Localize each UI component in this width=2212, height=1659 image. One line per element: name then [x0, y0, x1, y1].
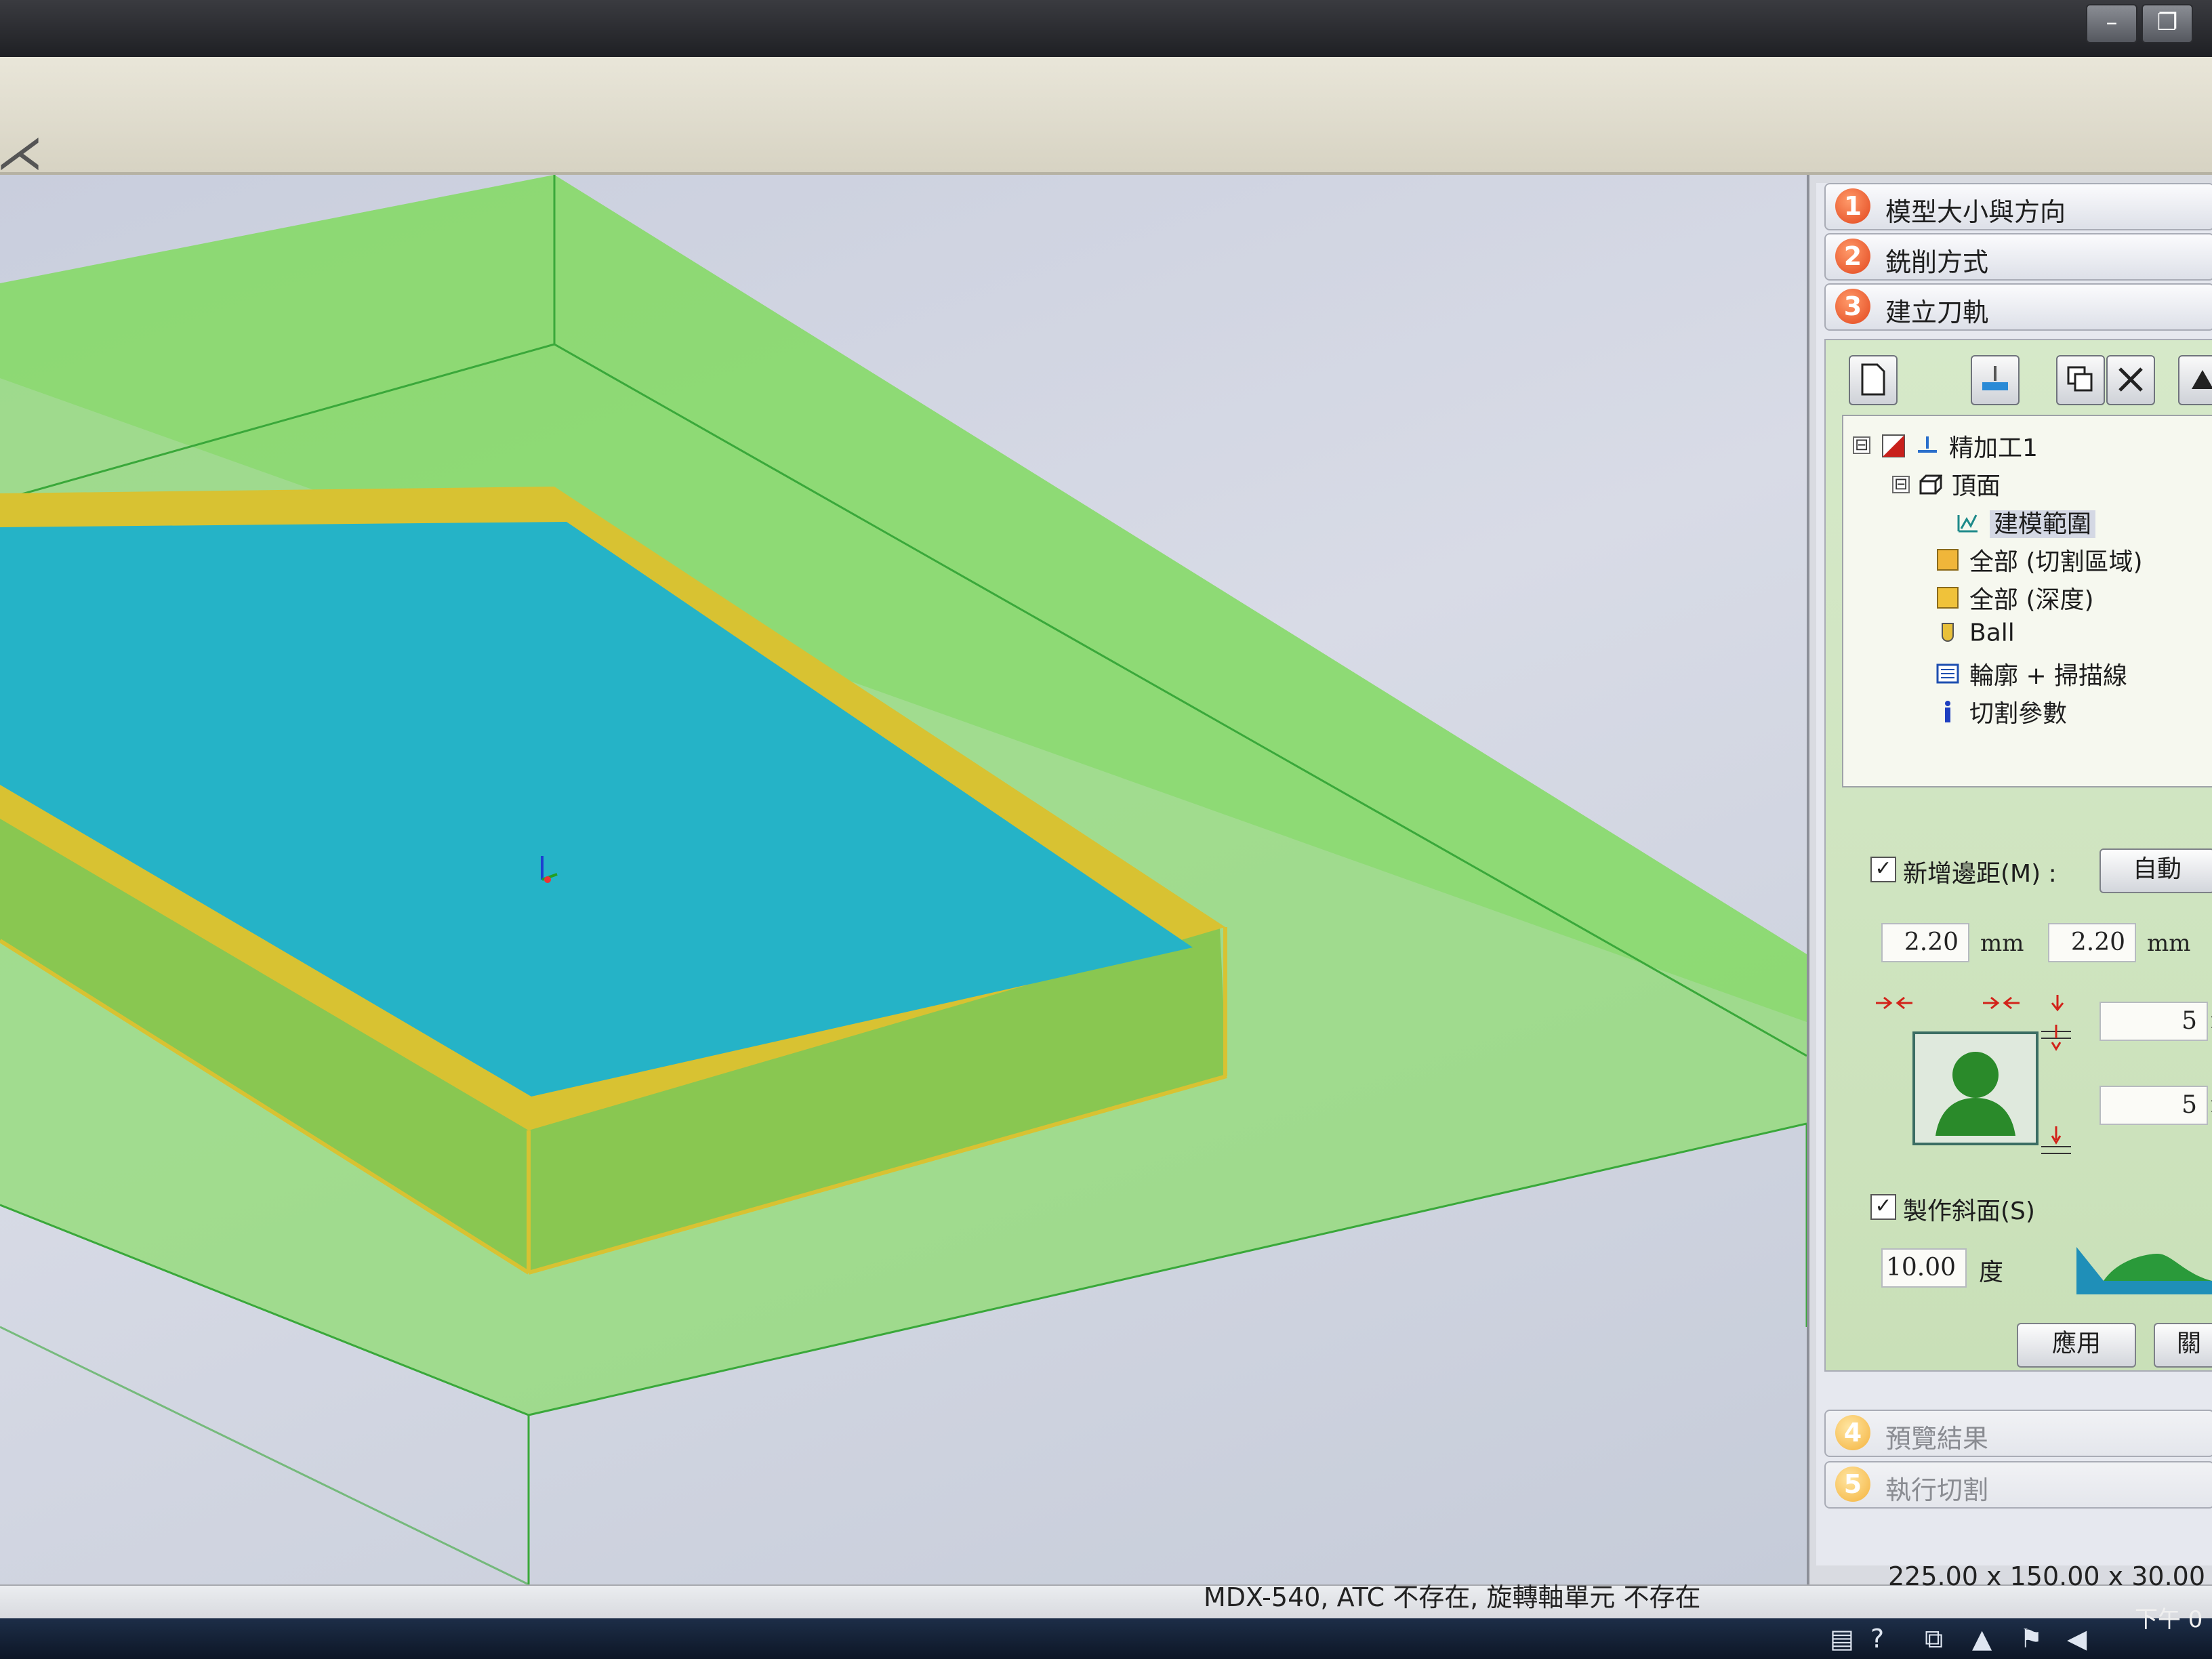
- tree-expander[interactable]: ⊟: [1853, 436, 1870, 454]
- move-up-button[interactable]: [2178, 355, 2212, 405]
- modeling-area-icon: [1957, 514, 1978, 533]
- finish-toolpath-icon: [1882, 434, 1905, 457]
- flag-icon[interactable]: ⚑: [2020, 1624, 2043, 1654]
- step-preview-results[interactable]: 4 預覽結果: [1824, 1410, 2212, 1457]
- step-milling-method[interactable]: 2 銑削方式: [1824, 233, 2212, 281]
- step-create-toolpath[interactable]: 3 建立刀軌: [1824, 283, 2212, 331]
- toolpath-icon: [1982, 366, 2008, 390]
- margin-top-input[interactable]: 5: [2100, 1002, 2208, 1041]
- slope-angle-unit: 度: [1979, 1258, 2004, 1286]
- tree-item-modeling-area[interactable]: 建模範圍: [1956, 504, 2096, 539]
- tree-item-finish[interactable]: 精加工1: [1881, 428, 2038, 464]
- slope-angle-input[interactable]: 10.00: [1881, 1248, 1967, 1288]
- margin-preview-icon: [1912, 1031, 2039, 1145]
- ball-tool-icon: [1942, 623, 1954, 642]
- auto-margin-button[interactable]: 自動: [2100, 848, 2212, 893]
- step-number: 1: [1835, 188, 1870, 224]
- step-number: 3: [1835, 289, 1870, 324]
- toolpath-small-icon: [1918, 436, 1937, 453]
- close-button[interactable]: 關: [2154, 1323, 2212, 1368]
- model-dimensions: 225.00 x 150.00 x 30.00 [m: [1888, 1561, 2212, 1591]
- step-execute-cutting[interactable]: 5 執行切割: [1824, 1461, 2212, 1509]
- step-number: 4: [1835, 1415, 1870, 1450]
- tree-expander[interactable]: ⊟: [1892, 476, 1910, 493]
- new-document-icon: [1861, 363, 1885, 396]
- step-label: 模型大小與方向: [1885, 197, 2066, 227]
- tree-item-label: 切割參數: [1969, 700, 2068, 728]
- tree-item-label: 全部 (深度): [1969, 586, 2094, 614]
- help-icon[interactable]: ?: [1870, 1624, 1884, 1654]
- network-icon[interactable]: ▤: [1830, 1624, 1854, 1654]
- vertical-margin-icon: [2041, 1025, 2071, 1154]
- restore-button[interactable]: ❐: [2142, 4, 2193, 43]
- top-surface-icon: [1919, 474, 1942, 495]
- margin-bottom-input[interactable]: 5: [2100, 1086, 2208, 1125]
- margin-x-input[interactable]: 2.20: [1881, 923, 1969, 962]
- cutting-area-icon: [1937, 549, 1959, 571]
- tree-item-contour-scanline[interactable]: 輪廓 + 掃描線: [1936, 656, 2127, 691]
- step-label: 執行切割: [1885, 1475, 1989, 1505]
- slope-preview-icon: [2076, 1247, 2212, 1294]
- window-title-bar: – ❐: [0, 0, 2212, 57]
- contour-scanline-icon: [1936, 663, 1959, 684]
- tree-item-label: 頂面: [1952, 472, 2001, 500]
- tree-item-cutting-area[interactable]: 全部 (切割區域): [1936, 542, 2143, 577]
- margin-y-unit: mm: [2147, 930, 2191, 957]
- depth-icon: [1937, 587, 1959, 609]
- step-number: 2: [1835, 239, 1870, 274]
- window-icon[interactable]: ⧉: [1925, 1624, 1943, 1654]
- status-bar: [0, 1584, 2212, 1620]
- toolpath-button[interactable]: [1971, 355, 2020, 405]
- tool-icon[interactable]: ⋌: [0, 125, 43, 180]
- delete-button[interactable]: [2106, 355, 2155, 405]
- tree-item-ball-tool[interactable]: Ball: [1936, 618, 2015, 653]
- toolpath-settings: ⊟ 精加工1 ⊟ 頂面 建模範圍 全部 (切割區域) 全部 (深度) Ball …: [1824, 339, 2212, 1372]
- step-label: 預覽結果: [1885, 1424, 1989, 1454]
- main-toolbar: ⋌: [0, 57, 2212, 180]
- make-slope-checkbox[interactable]: ✓: [1870, 1194, 1896, 1220]
- add-margin-label: 新增邊距(M) :: [1903, 860, 2057, 888]
- add-margin-checkbox[interactable]: ✓: [1870, 857, 1896, 882]
- move-up-icon: [2192, 370, 2212, 389]
- tree-item-label: Ball: [1969, 619, 2015, 647]
- tree-item-depth[interactable]: 全部 (深度): [1936, 580, 2094, 615]
- volume-icon[interactable]: ◀: [2067, 1624, 2087, 1654]
- machine-status: MDX-540, ATC 不存在, 旋轉軸單元 不存在: [1204, 1582, 1701, 1612]
- margin-x-unit: mm: [1980, 930, 2024, 957]
- margin-direction-icon: [1876, 995, 2064, 1012]
- minimize-button[interactable]: –: [2086, 4, 2137, 43]
- tree-item-label: 輪廓 + 掃描線: [1969, 662, 2128, 690]
- process-panel: 1 模型大小與方向 2 銑削方式 3 建立刀軌 ⊟ 精加工1 ⊟ 頂面 建模範圍…: [1816, 183, 2212, 1565]
- copy-icon: [2067, 366, 2093, 392]
- tree-item-top-surface[interactable]: 頂面: [1918, 466, 2001, 501]
- toolpath-tree: ⊟ 精加工1 ⊟ 頂面 建模範圍 全部 (切割區域) 全部 (深度) Ball …: [1842, 415, 2212, 787]
- tray-arrow-icon[interactable]: ▲: [1972, 1624, 1992, 1654]
- make-slope-label: 製作斜面(S): [1903, 1197, 2035, 1225]
- tree-item-cutting-params[interactable]: 切割參數: [1936, 694, 2067, 729]
- 3d-viewport[interactable]: [0, 175, 1809, 1584]
- new-toolpath-button[interactable]: [1849, 355, 1898, 405]
- delete-icon: [2118, 367, 2143, 392]
- step-label: 銑削方式: [1885, 247, 1989, 277]
- info-icon: [1945, 701, 1950, 722]
- tree-item-label: 精加工1: [1949, 434, 2038, 462]
- step-model-size[interactable]: 1 模型大小與方向: [1824, 183, 2212, 230]
- margin-y-input[interactable]: 2.20: [2048, 923, 2136, 962]
- tree-item-label: 建模範圍: [1990, 510, 2096, 538]
- step-number: 5: [1835, 1467, 1870, 1502]
- step-label: 建立刀軌: [1885, 298, 1989, 327]
- clock: 下午 0: [2135, 1606, 2203, 1633]
- model-render: [0, 175, 1807, 1584]
- apply-button[interactable]: 應用: [2017, 1323, 2136, 1368]
- copy-button[interactable]: [2056, 355, 2105, 405]
- tree-item-label: 全部 (切割區域): [1969, 548, 2143, 576]
